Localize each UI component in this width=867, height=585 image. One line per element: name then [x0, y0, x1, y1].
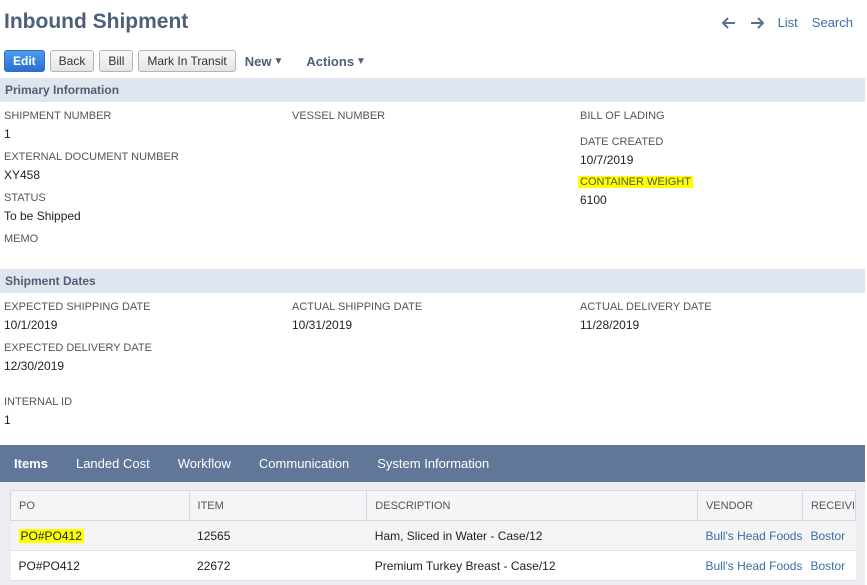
expected-shipping-date-value: 10/1/2019 [4, 318, 58, 332]
po-cell[interactable]: PO#PO412 [10, 520, 190, 551]
column-header-vendor[interactable]: VENDOR [696, 490, 803, 521]
page-title: Inbound Shipment [4, 10, 189, 33]
table-row: PO#PO412 12565 Ham, Sliced in Water - Ca… [10, 520, 856, 551]
toolbar: Edit Back Bill Mark In Transit New ▼ Acti… [4, 50, 366, 72]
actual-delivery-date-label: ACTUAL DELIVERY DATE [580, 301, 712, 313]
actual-delivery-date-field: ACTUAL DELIVERY DATE 11/28/2019 [580, 301, 712, 332]
external-document-number-label: EXTERNAL DOCUMENT NUMBER [4, 151, 179, 163]
date-created-value: 10/7/2019 [580, 153, 634, 167]
receiving-location-link[interactable]: Bostor [802, 520, 856, 551]
po-link[interactable]: PO#PO412 [18, 528, 84, 543]
expected-shipping-date-label: EXPECTED SHIPPING DATE [4, 301, 151, 313]
caret-down-icon: ▼ [356, 55, 366, 67]
tab-system-information[interactable]: System Information [363, 445, 503, 482]
actual-shipping-date-value: 10/31/2019 [292, 318, 353, 332]
tab-landed-cost[interactable]: Landed Cost [62, 445, 164, 482]
date-created-label: DATE CREATED [580, 136, 664, 148]
bill-of-lading-label: BILL OF LADING [580, 110, 665, 122]
new-menu[interactable]: New ▼ [245, 54, 284, 69]
column-header-receiving[interactable]: RECEIVI [801, 490, 857, 521]
status-field: STATUS To be Shipped [4, 192, 81, 223]
receiving-location-link[interactable]: Bostor [802, 550, 856, 581]
expected-shipping-date-field: EXPECTED SHIPPING DATE 10/1/2019 [4, 301, 151, 332]
primary-information-header[interactable]: Primary Information [0, 78, 865, 102]
tab-communication[interactable]: Communication [245, 445, 363, 482]
vendor-link[interactable]: Bull's Head Foods [697, 550, 803, 581]
shipment-number-label: SHIPMENT NUMBER [4, 110, 112, 122]
arrow-left-icon[interactable] [721, 16, 736, 29]
container-weight-value: 6100 [580, 193, 607, 207]
status-label: STATUS [4, 192, 46, 204]
bill-button[interactable]: Bill [99, 50, 134, 72]
actions-menu-label: Actions [306, 53, 355, 69]
table-header-row: PO ITEM DESCRIPTION VENDOR RECEIVI [10, 490, 857, 521]
shipment-number-value: 1 [4, 127, 11, 141]
memo-label: MEMO [4, 233, 39, 245]
mark-in-transit-button[interactable]: Mark In Transit [138, 50, 236, 72]
container-weight-label: CONTAINER WEIGHT [578, 176, 694, 188]
column-header-description[interactable]: DESCRIPTION [366, 490, 698, 521]
vessel-number-label: VESSEL NUMBER [292, 110, 386, 122]
external-document-number-field: EXTERNAL DOCUMENT NUMBER XY458 [4, 151, 179, 182]
actual-shipping-date-field: ACTUAL SHIPPING DATE 10/31/2019 [292, 301, 422, 332]
table-row: PO#PO412 22672 Premium Turkey Breast - C… [10, 550, 856, 581]
shipment-dates-header[interactable]: Shipment Dates [0, 269, 865, 293]
item-cell: 22672 [189, 550, 367, 581]
vessel-number-field: VESSEL NUMBER [292, 110, 385, 122]
expected-delivery-date-field: EXPECTED DELIVERY DATE 12/30/2019 [4, 342, 152, 373]
description-cell: Premium Turkey Breast - Case/12 [366, 550, 698, 581]
arrow-right-icon[interactable] [750, 16, 764, 29]
column-header-po[interactable]: PO [10, 490, 190, 521]
actual-delivery-date-value: 11/28/2019 [580, 318, 640, 332]
actions-menu[interactable]: Actions ▼ [306, 54, 366, 69]
shipment-number-field: SHIPMENT NUMBER 1 [4, 110, 111, 141]
item-cell: 12565 [189, 520, 367, 551]
list-link[interactable]: List [778, 15, 798, 30]
items-table: PO ITEM DESCRIPTION VENDOR RECEIVI PO#PO… [10, 490, 857, 581]
tab-items[interactable]: Items [0, 445, 62, 482]
column-header-item[interactable]: ITEM [188, 490, 368, 521]
po-cell[interactable]: PO#PO412 [10, 550, 190, 581]
top-navigation: List Search [721, 15, 853, 30]
internal-id-field: INTERNAL ID 1 [4, 396, 72, 427]
tab-workflow[interactable]: Workflow [164, 445, 245, 482]
vendor-link[interactable]: Bull's Head Foods [697, 520, 803, 551]
edit-button[interactable]: Edit [4, 50, 45, 72]
external-document-number-value: XY458 [4, 168, 41, 182]
description-cell: Ham, Sliced in Water - Case/12 [366, 520, 698, 551]
subtab-bar: Items Landed Cost Workflow Communication… [0, 445, 865, 482]
memo-field: MEMO [4, 233, 38, 245]
internal-id-value: 1 [4, 413, 11, 427]
expected-delivery-date-value: 12/30/2019 [4, 359, 65, 373]
new-menu-label: New [244, 53, 272, 69]
caret-down-icon: ▼ [273, 55, 284, 67]
container-weight-field: CONTAINER WEIGHT 6100 [578, 176, 694, 207]
actual-shipping-date-label: ACTUAL SHIPPING DATE [292, 301, 423, 313]
expected-delivery-date-label: EXPECTED DELIVERY DATE [4, 342, 152, 354]
back-button[interactable]: Back [49, 50, 95, 72]
internal-id-label: INTERNAL ID [4, 396, 73, 408]
bill-of-lading-field: BILL OF LADING [580, 110, 665, 122]
status-value: To be Shipped [4, 209, 81, 223]
date-created-field: DATE CREATED 10/7/2019 [580, 136, 663, 167]
items-table-panel: PO ITEM DESCRIPTION VENDOR RECEIVI PO#PO… [0, 482, 865, 585]
search-link[interactable]: Search [812, 15, 853, 30]
